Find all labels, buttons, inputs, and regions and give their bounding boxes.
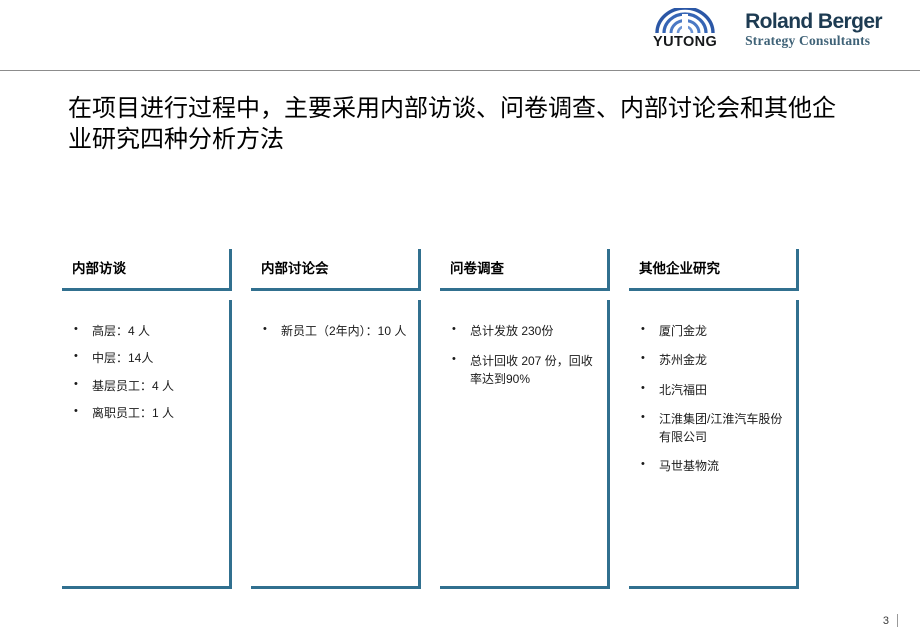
yutong-logo: YUTONG xyxy=(647,8,723,50)
column-body-box: 新员工（2年内）：10 人 xyxy=(251,300,421,589)
list-item: 离职员工：1 人 xyxy=(70,404,221,422)
bullet-list: 新员工（2年内）：10 人 xyxy=(259,322,410,340)
roland-berger-tagline: Strategy Consultants xyxy=(745,32,871,48)
column-questionnaire-survey: 问卷调查 总计发放 230份 总计回收 207 份，回收率达到90% xyxy=(440,249,610,589)
page-footer: 3 xyxy=(883,614,898,627)
column-internal-interview: 内部访谈 高层：4 人 中层：14人 基层员工：4 人 离职员工：1 人 xyxy=(62,249,232,589)
list-item: 江淮集团/江淮汽车股份有限公司 xyxy=(637,410,788,446)
column-body-box: 总计发放 230份 总计回收 207 份，回收率达到90% xyxy=(440,300,610,589)
column-header-box: 其他企业研究 xyxy=(629,249,799,291)
column-heading: 内部访谈 xyxy=(72,261,126,276)
list-item: 苏州金龙 xyxy=(637,351,788,369)
list-item: 北汽福田 xyxy=(637,381,788,399)
column-body-box: 高层：4 人 中层：14人 基层员工：4 人 离职员工：1 人 xyxy=(62,300,232,589)
roland-berger-name: Roland Berger xyxy=(745,9,883,33)
list-item: 基层员工：4 人 xyxy=(70,377,221,395)
list-item: 中层：14人 xyxy=(70,349,221,367)
list-item: 新员工（2年内）：10 人 xyxy=(259,322,410,340)
list-item: 高层：4 人 xyxy=(70,322,221,340)
footer-divider xyxy=(897,614,898,627)
yutong-arcs-icon xyxy=(655,8,715,34)
page-title: 在项目进行过程中，主要采用内部访谈、问卷调查、内部讨论会和其他企业研究四种分析方… xyxy=(68,96,836,154)
yutong-wordmark: YUTONG xyxy=(653,34,718,50)
column-header-box: 内部访谈 xyxy=(62,249,232,291)
list-item: 总计发放 230份 xyxy=(448,322,599,340)
bullet-list: 高层：4 人 中层：14人 基层员工：4 人 离职员工：1 人 xyxy=(70,322,221,423)
header-divider xyxy=(0,70,920,71)
column-heading: 问卷调查 xyxy=(450,261,504,276)
method-columns: 内部访谈 高层：4 人 中层：14人 基层员工：4 人 离职员工：1 人 内部讨… xyxy=(62,249,817,589)
column-header-box: 问卷调查 xyxy=(440,249,610,291)
slide-header: YUTONG Roland Berger Strategy Consultant… xyxy=(0,0,920,71)
column-heading: 内部讨论会 xyxy=(261,261,329,276)
column-body-box: 厦门金龙 苏州金龙 北汽福田 江淮集团/江淮汽车股份有限公司 马世基物流 xyxy=(629,300,799,589)
column-header-box: 内部讨论会 xyxy=(251,249,421,291)
list-item: 总计回收 207 份，回收率达到90% xyxy=(448,352,599,388)
column-internal-discussion: 内部讨论会 新员工（2年内）：10 人 xyxy=(251,249,421,589)
logo-group: YUTONG Roland Berger Strategy Consultant… xyxy=(647,8,883,50)
bullet-list: 厦门金龙 苏州金龙 北汽福田 江淮集团/江淮汽车股份有限公司 马世基物流 xyxy=(637,322,788,475)
roland-berger-logo: Roland Berger Strategy Consultants xyxy=(745,9,883,48)
list-item: 马世基物流 xyxy=(637,457,788,475)
list-item: 厦门金龙 xyxy=(637,322,788,340)
column-other-enterprise-research: 其他企业研究 厦门金龙 苏州金龙 北汽福田 江淮集团/江淮汽车股份有限公司 马世… xyxy=(629,249,799,589)
bullet-list: 总计发放 230份 总计回收 207 份，回收率达到90% xyxy=(448,322,599,388)
page-number: 3 xyxy=(882,614,889,627)
column-heading: 其他企业研究 xyxy=(639,261,720,276)
